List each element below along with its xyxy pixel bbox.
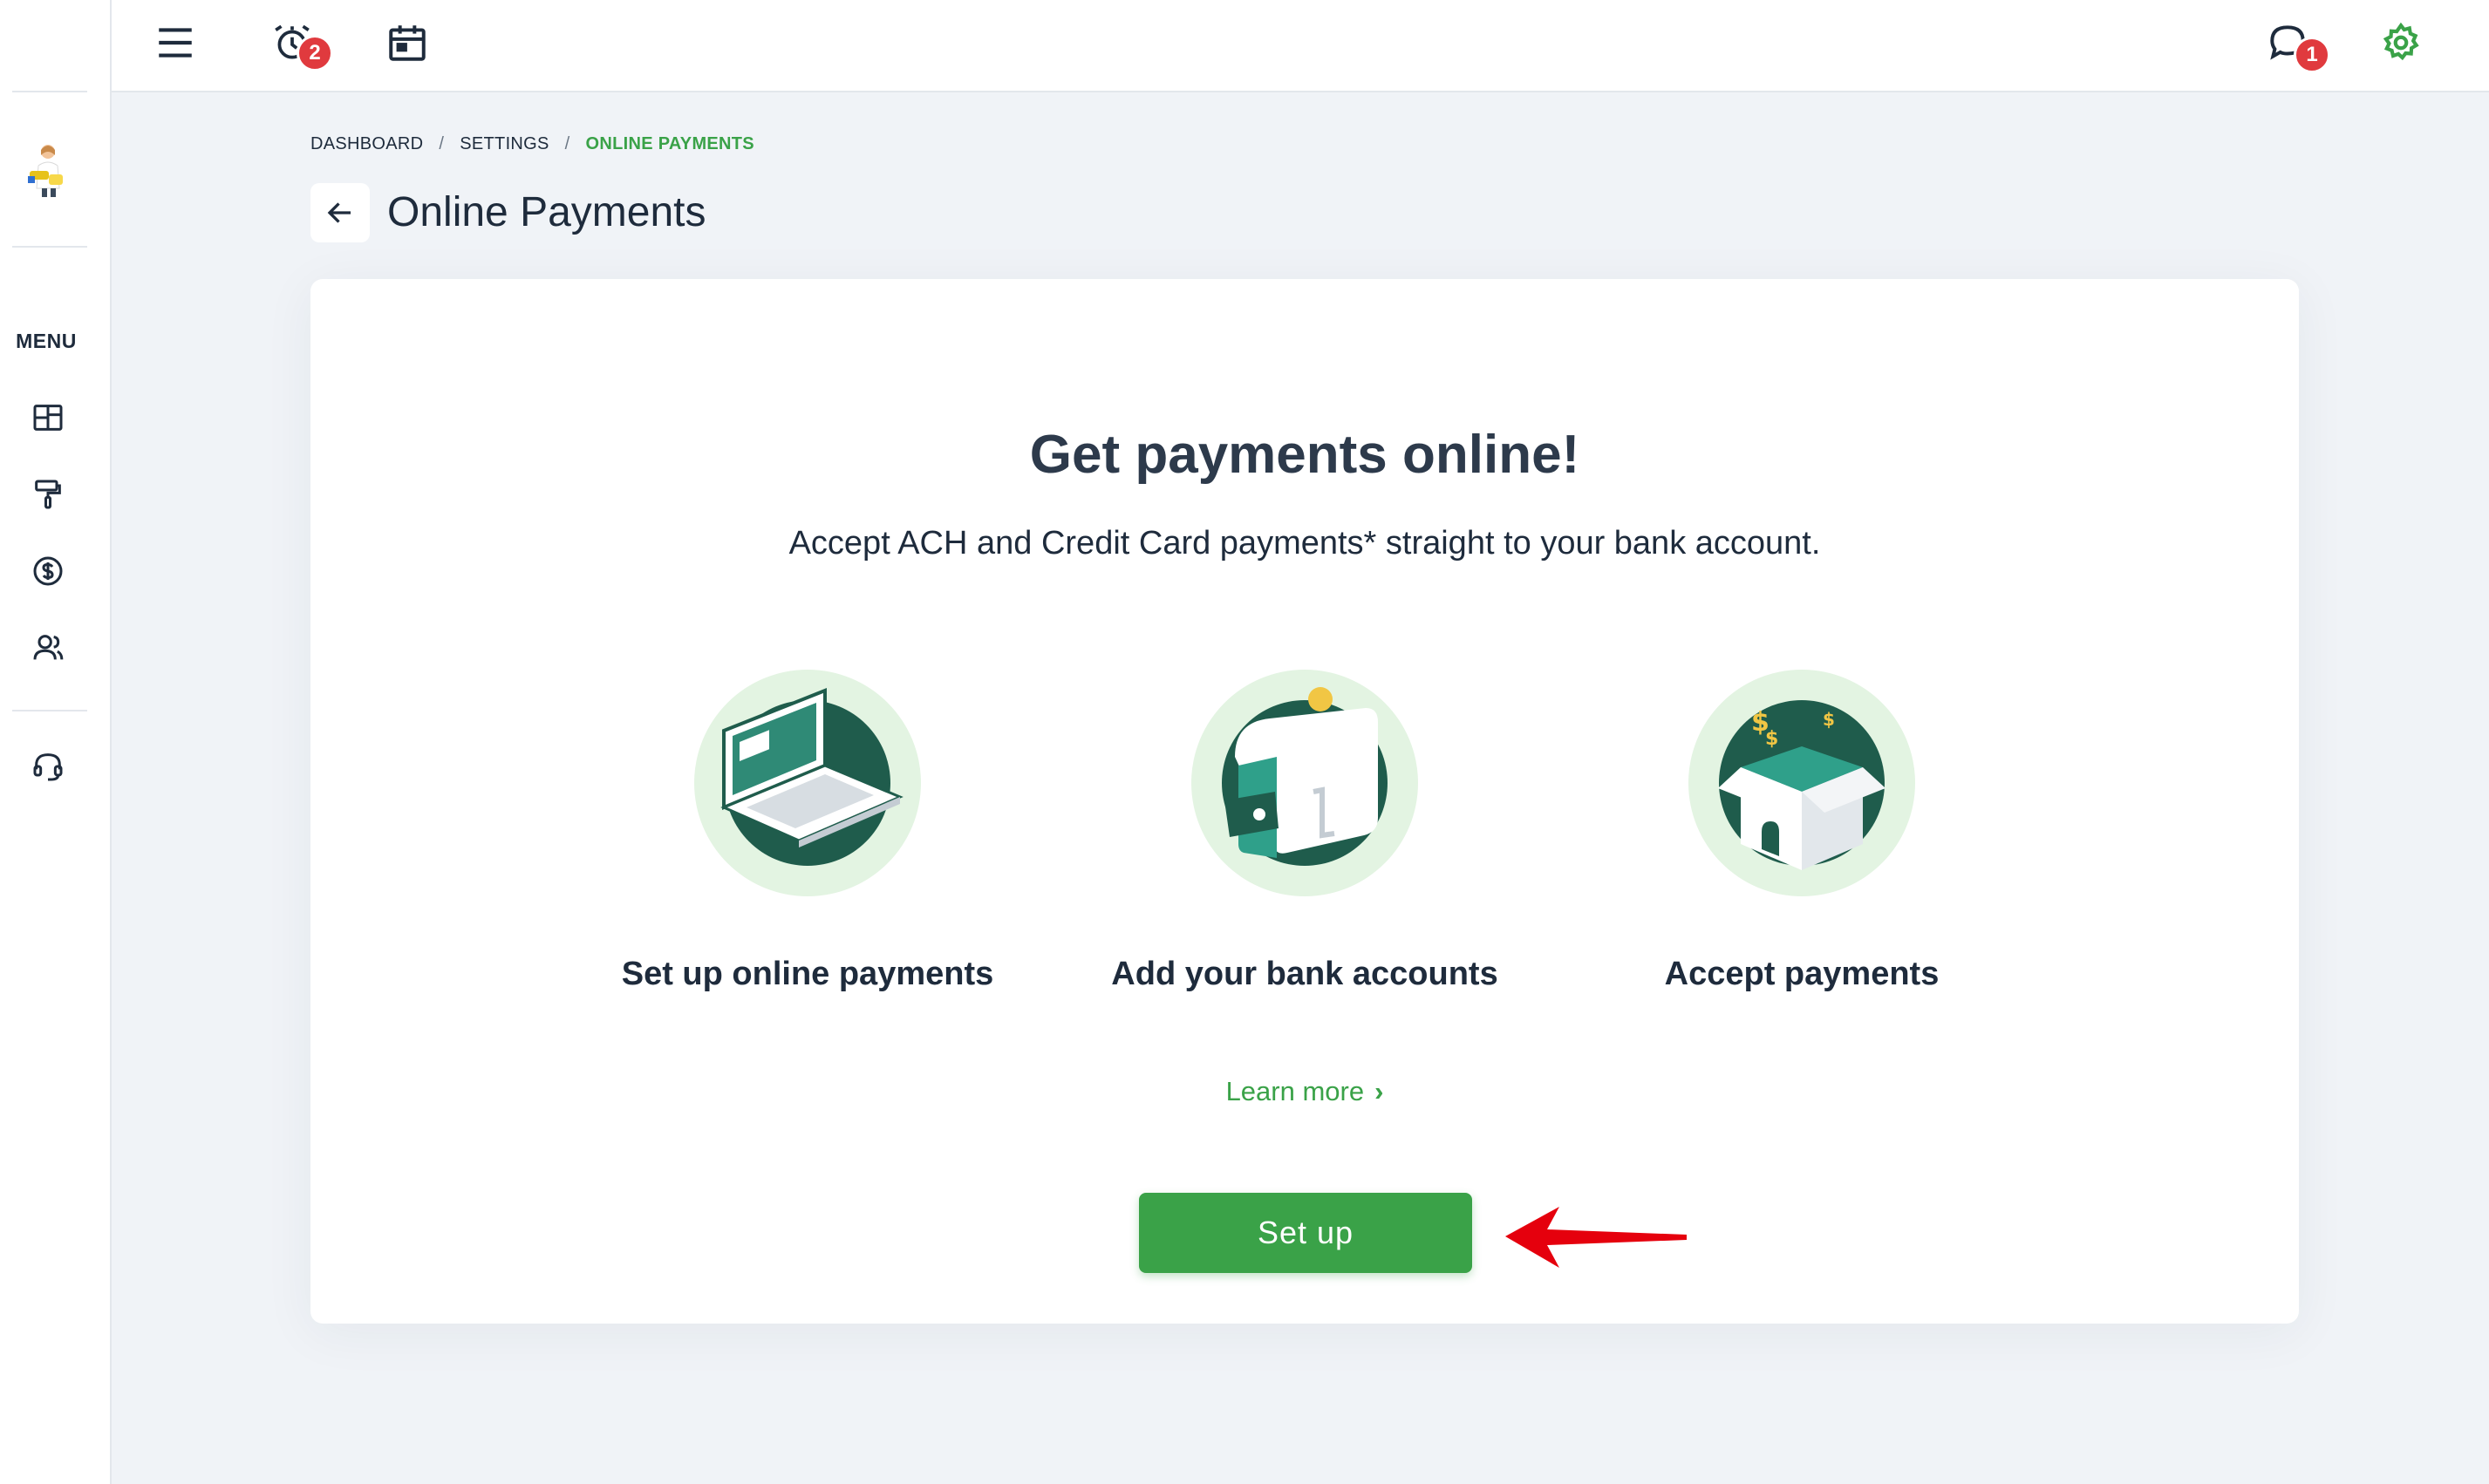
hero-subtitle: Accept ACH and Credit Card payments* str…: [788, 525, 1821, 562]
hamburger-menu-icon[interactable]: [145, 12, 206, 73]
calendar-icon[interactable]: [377, 12, 438, 73]
wallet-illustration-icon: [1191, 670, 1418, 896]
step-bank-label: Add your bank accounts: [1111, 956, 1498, 992]
chat-bubble-icon[interactable]: 1: [2257, 12, 2330, 73]
paint-roller-icon[interactable]: [28, 474, 68, 514]
learn-more-link[interactable]: Learn more ›: [310, 1076, 2299, 1107]
laptop-illustration-icon: [694, 670, 921, 896]
settings-gear-icon[interactable]: [2370, 12, 2431, 73]
users-icon[interactable]: [28, 628, 68, 668]
sidebar-divider: [12, 246, 87, 248]
step-setup-label: Set up online payments: [621, 956, 994, 992]
chat-badge: 1: [2294, 37, 2330, 73]
company-logo[interactable]: [23, 140, 73, 201]
alarm-badge: 2: [297, 35, 333, 71]
setup-button[interactable]: Set up: [1139, 1193, 1472, 1273]
top-bar: 2 1: [112, 0, 2489, 92]
svg-text:$: $: [1765, 728, 1778, 750]
page-title: Online Payments: [387, 189, 706, 235]
menu-label: MENU: [16, 330, 77, 352]
sidebar: MENU: [0, 0, 112, 1484]
alarm-clock-icon[interactable]: 2: [262, 12, 333, 73]
online-payments-card: Get payments online! Accept ACH and Cred…: [310, 279, 2299, 1324]
dashboard-grid-icon[interactable]: [28, 398, 68, 438]
arrow-left-icon: [327, 202, 351, 223]
headset-support-icon[interactable]: [28, 746, 68, 786]
open-box-illustration-icon: $ $ $: [1688, 670, 1915, 896]
learn-more-label: Learn more: [1225, 1076, 1365, 1106]
breadcrumb-separator: /: [564, 134, 570, 153]
sidebar-divider: [12, 91, 87, 92]
dollar-circle-icon[interactable]: [28, 551, 68, 591]
breadcrumb-separator: /: [439, 134, 445, 153]
svg-text:$: $: [1823, 709, 1835, 730]
chevron-right-icon: ›: [1374, 1076, 1384, 1106]
hero-title: Get payments online!: [1029, 425, 1580, 485]
step-accept-payments: $ $ $ Accept payments: [1558, 670, 2046, 993]
breadcrumb-settings[interactable]: SETTINGS: [460, 134, 549, 154]
breadcrumb-dashboard[interactable]: DASHBOARD: [310, 134, 423, 154]
sidebar-divider: [12, 710, 87, 711]
breadcrumb: DASHBOARD / SETTINGS / ONLINE PAYMENTS: [310, 134, 754, 154]
back-button[interactable]: [310, 183, 370, 242]
breadcrumb-online-payments: ONLINE PAYMENTS: [585, 134, 754, 153]
step-bank-accounts: Add your bank accounts: [1060, 670, 1549, 993]
step-setup: Set up online payments: [563, 670, 1052, 993]
red-arrow-annotation-icon: [1505, 1207, 1687, 1268]
step-accept-label: Accept payments: [1664, 956, 1940, 992]
